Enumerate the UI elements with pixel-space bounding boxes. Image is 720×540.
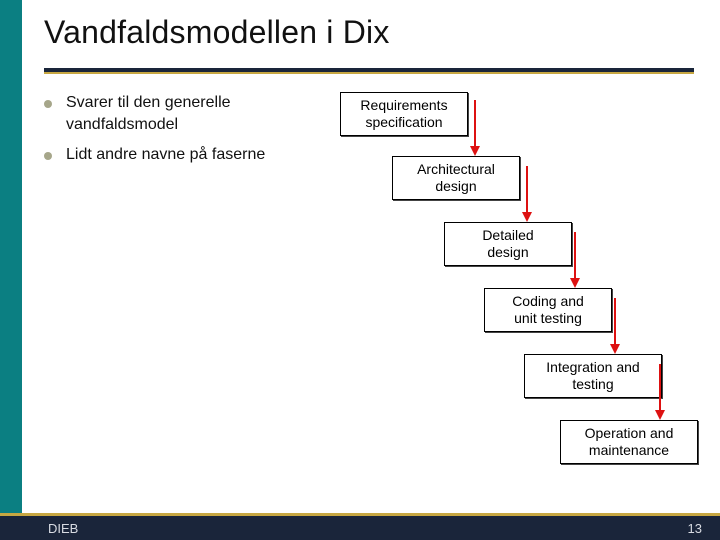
box-operation: Operation and maintenance [560,420,698,464]
box-line: Architectural [417,161,495,177]
box-line: Requirements [360,97,447,113]
accent-bar [0,0,22,540]
arrow-icon [555,232,595,292]
box-requirements: Requirements specification [340,92,468,136]
box-line: testing [572,376,613,392]
footer-label: DIEB [48,521,78,536]
box-line: design [487,244,528,260]
footer-bar [0,516,720,540]
box-line: design [435,178,476,194]
box-line: specification [365,114,442,130]
bullet-icon [44,152,52,160]
title-rule-gold [44,72,694,74]
box-line: Coding and [512,293,584,309]
box-line: Integration and [546,359,639,375]
box-line: maintenance [589,442,669,458]
arrow-icon [455,100,495,160]
box-coding: Coding and unit testing [484,288,612,332]
bullet-list: Svarer til den generelle vandfaldsmodel … [44,92,344,174]
box-line: Operation and [585,425,674,441]
slide-title: Vandfaldsmodellen i Dix [44,14,390,51]
page-number: 13 [688,521,702,536]
box-architectural: Architectural design [392,156,520,200]
box-detailed: Detailed design [444,222,572,266]
box-line: Detailed [482,227,533,243]
bullet-text: Lidt andre navne på faserne [66,146,265,163]
bullet-text: Svarer til den generelle vandfaldsmodel [66,94,231,133]
bullet-item: Svarer til den generelle vandfaldsmodel [44,92,344,136]
bullet-item: Lidt andre navne på faserne [44,144,344,166]
arrow-icon [507,166,547,226]
box-line: unit testing [514,310,582,326]
arrow-icon [640,364,680,424]
slide: Vandfaldsmodellen i Dix Svarer til den g… [0,0,720,540]
arrow-icon [595,298,635,358]
bullet-icon [44,100,52,108]
